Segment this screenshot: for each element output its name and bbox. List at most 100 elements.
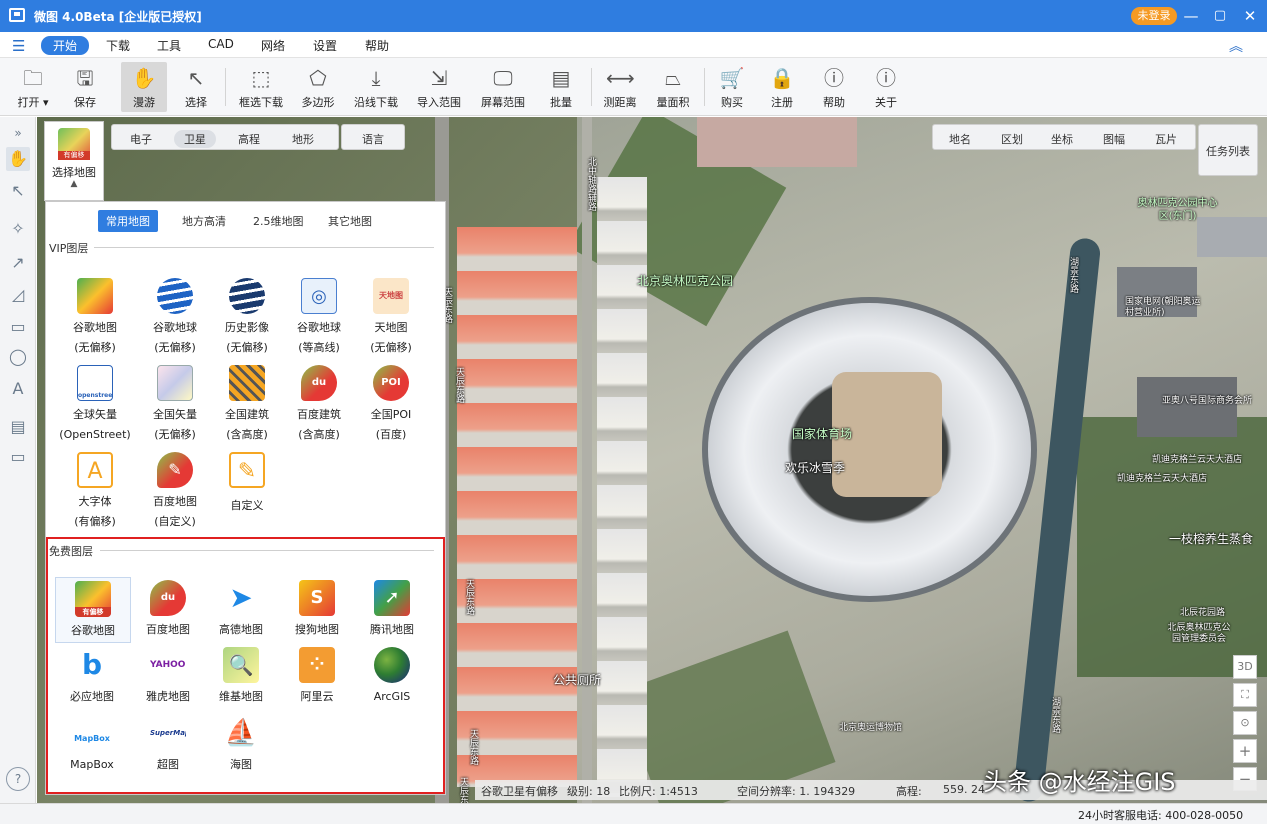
select-map-button[interactable]: 有偏移 选择地图 ▲ [44,121,104,201]
layer-tile[interactable]: ✎ 自定义 [211,452,283,513]
batch-button[interactable]: ▤ 批量 [540,62,582,112]
text-draw-icon[interactable]: A [6,377,30,401]
login-badge[interactable]: 未登录 [1131,7,1177,25]
menu-help[interactable]: 帮助 [365,37,389,54]
import-range-button[interactable]: ⇲ 导入范围 [412,62,466,112]
layer-tile[interactable]: 谷歌地图 (无偏移) [59,278,131,355]
tab-common-maps[interactable]: 常用地图 [98,210,158,232]
layer-tile[interactable]: S 搜狗地图 [281,580,353,637]
3d-toggle-button[interactable]: 3D [1233,655,1257,679]
maximize-button[interactable]: ▢ [1209,5,1231,27]
tab-2-5d[interactable]: 2.5维地图 [245,210,312,232]
tab-other-maps[interactable]: 其它地图 [320,210,380,232]
layer-tile[interactable]: A 大字体 (有偏移) [59,452,131,529]
select-tool-icon[interactable]: ↖ [6,179,30,203]
overlay-divisions[interactable]: 区划 [1001,131,1023,147]
road-label[interactable]: 北辰花园路 [1180,605,1225,618]
layer-tile[interactable]: b 必应地图 [56,647,128,704]
tab-local-hd[interactable]: 地方高清 [174,210,234,232]
map-type-electronic[interactable]: 电子 [130,131,152,147]
locate-icon[interactable]: ⊙ [1233,711,1257,735]
poi-label[interactable]: 一枝榕养生蒸食 [1169,530,1253,547]
close-button[interactable]: ✕ [1239,5,1261,27]
expand-icon[interactable]: » [6,121,30,145]
poi-label[interactable]: 国家体育场 [792,425,852,442]
poi-label[interactable]: 北京奥林匹克公园 [637,272,733,289]
help-button[interactable]: ⓘ 帮助 [814,62,854,112]
poi-label[interactable]: 国家电网(朝阳奥运村营业所) [1125,297,1205,319]
polygon-draw-icon[interactable]: ◿ [6,283,30,307]
layer-tile[interactable]: ⛵ 海图 [205,715,277,772]
help-circle-icon[interactable]: ? [6,767,30,791]
poi-label[interactable]: 亚奥八号国际商务会所 [1162,393,1252,406]
menu-start[interactable]: 开始 [41,36,90,55]
layer-tile[interactable]: 历史影像 (无偏移) [211,278,283,355]
layer-tile[interactable]: du 百度建筑 (含高度) [283,365,355,442]
screen-range-button[interactable]: 🖵 屏幕范围 [476,62,530,112]
zoom-in-button[interactable]: + [1233,739,1257,763]
polyline-icon[interactable]: ↗ [6,251,30,275]
layer-tile[interactable]: openstreet 全球矢量 (OpenStreet) [59,365,131,442]
layer-tile[interactable]: 全国建筑 (含高度) [211,365,283,442]
open-button[interactable]: 🗀 打开 ▾ [12,62,54,112]
overlay-coordinates[interactable]: 坐标 [1051,131,1073,147]
menu-network[interactable]: 网络 [261,37,285,54]
overlay-place-names[interactable]: 地名 [949,131,971,147]
task-list-button[interactable]: 任务列表 [1206,143,1250,159]
map-type-elevation[interactable]: 高程 [238,131,260,147]
poi-label[interactable]: 奥林匹克公园中心区(东门) [1135,197,1220,223]
rectangle-draw-icon[interactable]: ▭ [6,315,30,339]
buy-button[interactable]: 🛒 购买 [712,62,752,112]
overlay-sheets[interactable]: 图幅 [1103,131,1125,147]
layer-tile[interactable]: YAHOO! 雅虎地图 [132,647,204,704]
layer-tile[interactable]: ArcGIS [356,647,428,704]
poi-label[interactable]: 北辰奥林匹克公园管理委员会 [1167,623,1231,645]
hamburger-menu-icon[interactable]: ☰ [12,37,25,55]
measure-tool-icon[interactable]: ▤ [6,415,30,439]
layer-tile[interactable]: MapBox MapBox [56,715,128,772]
save-button[interactable]: 🖫 保存 [64,62,106,112]
layer-tile[interactable]: ➤ 高德地图 [205,580,277,637]
poi-label[interactable]: 欢乐冰雪季 [785,459,845,476]
measure-distance-button[interactable]: ⟷ 测距离 [598,62,642,112]
layer-tile-selected[interactable]: 有偏移 谷歌地图 [55,577,131,643]
poi-label[interactable]: 北京奥运博物馆 [839,720,902,733]
pan-tool-icon[interactable]: ✋ [6,147,30,171]
pan-button[interactable]: ✋ 漫游 [121,62,167,112]
layer-tile[interactable]: 全国矢量 (无偏移) [139,365,211,442]
menu-cad[interactable]: CAD [208,37,234,51]
menu-tools[interactable]: 工具 [157,37,181,54]
point-marker-icon[interactable]: ✧ [6,217,30,241]
circle-draw-icon[interactable]: ◯ [6,345,30,369]
layer-tile[interactable]: ✎ 百度地图 (自定义) [139,452,211,529]
chevron-up-icon[interactable]: ︽ [1229,36,1243,56]
layer-tile[interactable]: SuperMap 超图 [132,715,204,772]
select-button[interactable]: ↖ 选择 [175,62,217,112]
minimize-button[interactable]: — [1180,5,1202,27]
register-button[interactable]: 🔒 注册 [762,62,802,112]
line-download-button[interactable]: ⤓ 沿线下载 [350,62,402,112]
poi-label[interactable]: 公共厕所 [553,671,601,688]
area-tool-icon[interactable]: ▭ [6,445,30,469]
polygon-button[interactable]: ⬠ 多边形 [296,62,340,112]
layer-tile[interactable]: 🔍 维基地图 [205,647,277,704]
layer-tile[interactable]: 谷歌地球 (无偏移) [139,278,211,355]
map-type-terrain[interactable]: 地形 [292,131,314,147]
poi-label[interactable]: 凯迪克格兰云天大酒店 [1152,452,1242,465]
map-type-satellite[interactable]: 卫星 [174,130,216,148]
box-download-button[interactable]: ⬚ 框选下载 [234,62,288,112]
menu-download[interactable]: 下载 [106,37,130,54]
layer-tile[interactable]: ◎ 谷歌地球 (等高线) [283,278,355,355]
overlay-tiles[interactable]: 瓦片 [1155,131,1177,147]
language-button[interactable]: 语言 [362,131,384,147]
layer-tile[interactable]: POI 全国POI (百度) [355,365,427,442]
about-button[interactable]: ⓘ 关于 [866,62,906,112]
layer-tile[interactable]: ⁘ 阿里云 [281,647,353,704]
layer-tile[interactable]: 天地图 天地图 (无偏移) [355,278,427,355]
measure-area-button[interactable]: ⏢ 量面积 [651,62,695,112]
layer-tile[interactable]: du 百度地图 [132,580,204,637]
fullscreen-icon[interactable]: ⛶ [1233,683,1257,707]
menu-settings[interactable]: 设置 [313,37,337,54]
poi-label[interactable]: 凯迪克格兰云天大酒店 [1117,471,1207,484]
layer-tile[interactable]: ➚ 腾讯地图 [356,580,428,637]
